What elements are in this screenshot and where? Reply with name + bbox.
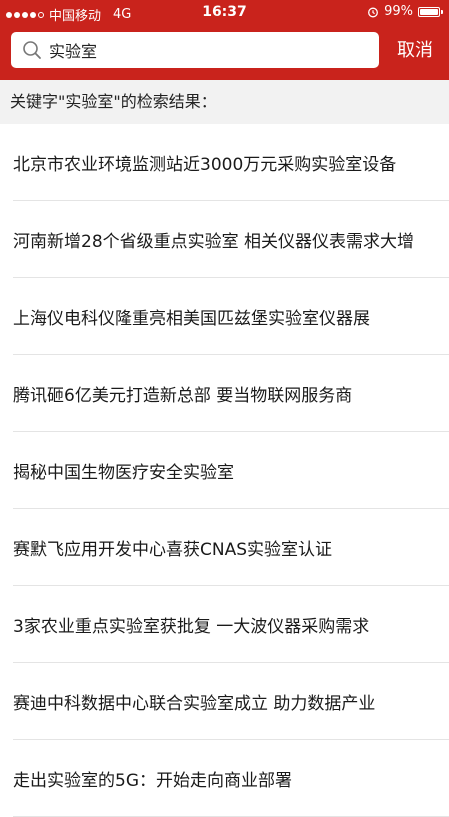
cancel-button[interactable]: 取消: [397, 36, 433, 62]
battery-tip: [441, 9, 443, 14]
list-item-title: 3家农业重点实验室获批复 一大波仪器采购需求: [13, 616, 370, 637]
search-bar[interactable]: [11, 32, 379, 68]
list-item[interactable]: 赛默飞应用开发中心喜获CNAS实验室认证: [13, 509, 449, 586]
list-item-title: 北京市农业环境监测站近3000万元采购实验室设备: [13, 154, 397, 175]
battery-fill: [420, 8, 438, 15]
list-item[interactable]: 上海仪电科仪隆重亮相美国匹兹堡实验室仪器展: [13, 278, 449, 355]
list-item[interactable]: 走出实验室的5G：开始走向商业部署: [13, 740, 449, 817]
alarm-icon: [367, 6, 379, 18]
list-item[interactable]: 河南新增28个省级重点实验室 相关仪器仪表需求大增: [13, 201, 449, 278]
battery-body: [418, 6, 440, 17]
results-header: 关键字"实验室"的检索结果：: [0, 80, 449, 124]
top-bar: 中国移动 4G 16:37 99% 实验室 取消: [0, 0, 449, 80]
list-item[interactable]: 揭秘中国生物医疗安全实验室: [13, 432, 449, 509]
list-item[interactable]: 3家农业重点实验室获批复 一大波仪器采购需求: [13, 586, 449, 663]
list-item[interactable]: 北京市农业环境监测站近3000万元采购实验室设备: [13, 124, 449, 201]
search-icon: [21, 39, 43, 61]
results-list: 北京市农业环境监测站近3000万元采购实验室设备 河南新增28个省级重点实验室 相…: [0, 124, 449, 817]
list-item-title: 赛默飞应用开发中心喜获CNAS实验室认证: [13, 539, 333, 560]
status-bar: 中国移动 4G 16:37 99%: [0, 0, 449, 26]
status-right: 99%: [367, 4, 443, 19]
list-item-title: 腾讯砸6亿美元打造新总部 要当物联网服务商: [13, 385, 353, 406]
list-item[interactable]: 腾讯砸6亿美元打造新总部 要当物联网服务商: [13, 355, 449, 432]
list-item-title: 揭秘中国生物医疗安全实验室: [13, 462, 234, 483]
search-input[interactable]: [49, 40, 349, 60]
battery-icon: [418, 6, 443, 17]
list-item-title: 上海仪电科仪隆重亮相美国匹兹堡实验室仪器展: [13, 308, 370, 329]
list-item-title: 河南新增28个省级重点实验室 相关仪器仪表需求大增: [13, 231, 415, 252]
list-item[interactable]: 赛迪中科数据中心联合实验室成立 助力数据产业: [13, 663, 449, 740]
battery-percent: 99%: [384, 4, 413, 19]
list-item-title: 走出实验室的5G：开始走向商业部署: [13, 770, 292, 791]
list-item-title: 赛迪中科数据中心联合实验室成立 助力数据产业: [13, 693, 376, 714]
